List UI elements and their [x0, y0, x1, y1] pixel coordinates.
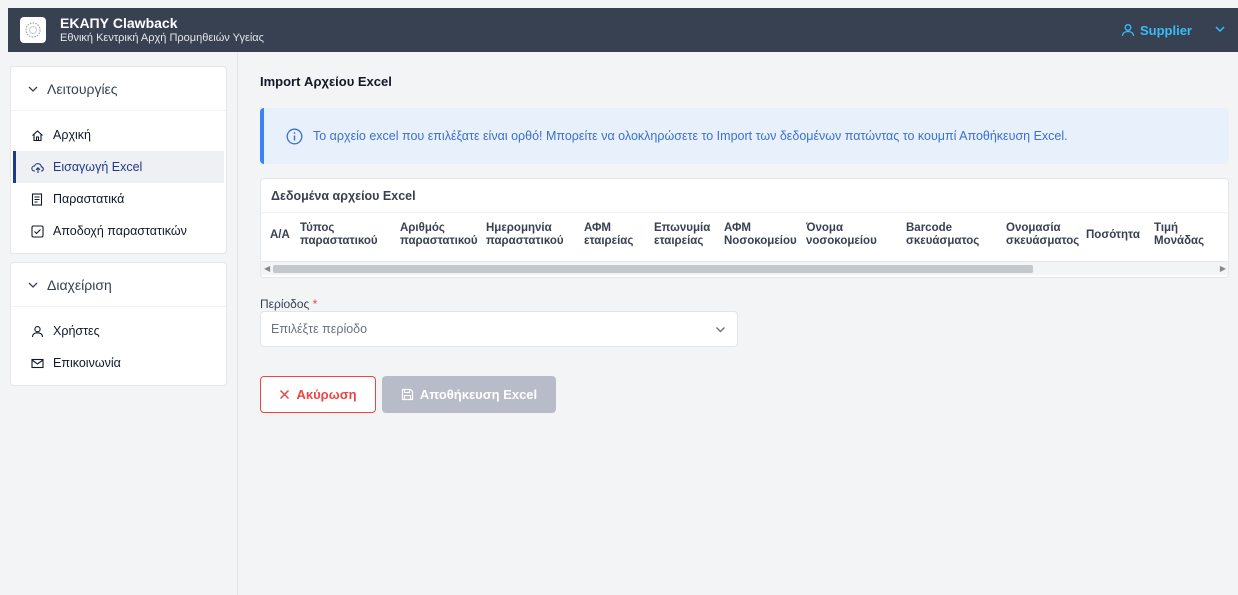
- column-header-text: εταιρείας: [654, 235, 704, 247]
- user-icon: [31, 325, 47, 338]
- column-header-text: Ονομασία: [1006, 222, 1061, 234]
- sidebar-section-title: Λειτουργίες: [47, 80, 118, 97]
- alert-text: Το αρχείο excel που επιλέξατε είναι ορθό…: [313, 129, 1068, 143]
- column-header-text: Αριθμός: [400, 222, 445, 234]
- scroll-right-icon[interactable]: ▶: [1220, 264, 1226, 273]
- column-header[interactable]: Όνομα νοσοκομείου: [806, 222, 906, 248]
- column-header[interactable]: Τιμή Μονάδας: [1154, 222, 1214, 248]
- column-header-text: Όνομα: [806, 222, 844, 234]
- column-header-text: Barcode: [906, 222, 953, 234]
- sidebar-item-invoice-acceptance[interactable]: Αποδοχή παραστατικών: [13, 215, 224, 247]
- column-header[interactable]: Barcode σκευάσματος: [906, 222, 1006, 248]
- period-placeholder: Επιλέξτε περίοδο: [271, 322, 368, 336]
- column-header[interactable]: Επωνυμία εταιρείας: [654, 222, 724, 248]
- sidebar-section-functions: Λειτουργίες Αρχική Εισαγωγή Excel Παραστ…: [10, 66, 227, 254]
- sidebar-section-management: Διαχείριση Χρήστες Επικοινωνία: [10, 262, 227, 386]
- user-menu[interactable]: Supplier: [1121, 23, 1226, 38]
- chevron-down-icon: [27, 279, 39, 291]
- column-header-text: παραστατικού: [300, 235, 378, 247]
- app-title: ΕΚΑΠΥ Clawback: [60, 15, 178, 31]
- horizontal-scrollbar[interactable]: ◀ ▶: [261, 261, 1228, 275]
- column-header[interactable]: Α/Α: [270, 229, 300, 242]
- column-header-text: νοσοκομείου: [806, 235, 877, 247]
- top-bar: ΕΚΑΠΥ Clawback Εθνική Κεντρική Αρχή Προμ…: [8, 8, 1238, 52]
- table-title: Δεδομένα αρχείου Excel: [261, 179, 1228, 213]
- save-excel-button[interactable]: Αποθήκευση Excel: [382, 376, 556, 413]
- sidebar-item-label: Χρήστες: [53, 324, 100, 338]
- sidebar-item-label: Εισαγωγή Excel: [53, 160, 143, 174]
- app-logo: [20, 17, 46, 43]
- save-icon: [401, 388, 414, 401]
- chevron-down-icon: [27, 83, 39, 95]
- period-select[interactable]: Επιλέξτε περίοδο: [260, 311, 738, 347]
- column-header-text: Ποσότητα: [1086, 228, 1140, 241]
- app-subtitle: Εθνική Κεντρική Αρχή Προμηθειών Υγείας: [60, 32, 264, 44]
- close-icon: [279, 389, 290, 400]
- cloud-upload-icon: [31, 161, 47, 174]
- required-marker: *: [312, 297, 318, 311]
- column-header-text: Τύπος: [300, 222, 335, 234]
- chevron-down-icon[interactable]: [1214, 23, 1226, 38]
- table-header: Α/Α Τύπος παραστατικού Αριθμός παραστατικού Η…: [261, 213, 1228, 257]
- chevron-down-icon: [714, 323, 727, 336]
- sidebar-item-label: Παραστατικά: [53, 192, 125, 206]
- period-label: Περίοδος *: [260, 297, 318, 311]
- scroll-thumb[interactable]: [273, 265, 1033, 273]
- sidebar-item-label: Αποδοχή παραστατικών: [53, 224, 187, 238]
- mail-icon: [31, 357, 47, 370]
- sidebar-section-header-management[interactable]: Διαχείριση: [11, 263, 226, 307]
- column-header-text: παραστατικού: [486, 235, 564, 247]
- user-label: Supplier: [1139, 22, 1192, 38]
- sidebar-section-title: Διαχείριση: [47, 276, 112, 293]
- column-header-text: Τιμή: [1154, 222, 1179, 234]
- column-header-text: ΑΦΜ: [584, 222, 612, 234]
- excel-data-card: Δεδομένα αρχείου Excel Α/Α Τύπος παραστατι…: [260, 178, 1229, 278]
- column-header-text: σκευάσματος: [1006, 235, 1080, 247]
- column-header-text: Α/Α: [270, 228, 290, 241]
- save-button-label: Αποθήκευση Excel: [419, 387, 538, 402]
- column-header[interactable]: Ονομασία σκευάσματος: [1006, 222, 1086, 248]
- user-icon: [1121, 23, 1135, 37]
- main-content: Import Αρχείου Excel Το αρχείο excel που…: [250, 52, 1238, 595]
- column-header-text: Επωνυμία: [654, 222, 711, 234]
- column-header[interactable]: Τύπος παραστατικού: [300, 222, 400, 248]
- info-alert: Το αρχείο excel που επιλέξατε είναι ορθό…: [260, 108, 1229, 164]
- column-header-text: ΑΦΜ: [724, 222, 752, 234]
- sidebar-item-contact[interactable]: Επικοινωνία: [13, 347, 224, 379]
- sidebar-item-label: Αρχική: [53, 128, 91, 142]
- column-header[interactable]: ΑΦΜ εταιρείας: [584, 222, 654, 248]
- column-header[interactable]: Ημερομηνία παραστατικού: [486, 222, 584, 248]
- column-header-text: Νοσοκομείου: [724, 235, 797, 247]
- sidebar-item-label: Επικοινωνία: [53, 356, 121, 370]
- column-header-text: εταιρείας: [584, 235, 634, 247]
- receipt-icon: [31, 192, 47, 206]
- sidebar-item-invoices[interactable]: Παραστατικά: [13, 183, 224, 215]
- column-header-text: Μονάδας: [1154, 235, 1205, 247]
- page-title: Import Αρχείου Excel: [260, 74, 392, 89]
- home-icon: [31, 129, 47, 142]
- column-header[interactable]: ΑΦΜ Νοσοκομείου: [724, 222, 806, 248]
- column-header[interactable]: Ποσότητα: [1086, 229, 1154, 242]
- info-icon: [286, 128, 303, 145]
- sidebar-item-users[interactable]: Χρήστες: [13, 315, 224, 347]
- sidebar-section-header-functions[interactable]: Λειτουργίες: [11, 67, 226, 111]
- sidebar-item-home[interactable]: Αρχική: [13, 119, 224, 151]
- sidebar: Λειτουργίες Αρχική Εισαγωγή Excel Παραστ…: [0, 52, 238, 595]
- sidebar-item-excel-import[interactable]: Εισαγωγή Excel: [13, 151, 224, 183]
- column-header-text: παραστατικού: [400, 235, 478, 247]
- column-header[interactable]: Αριθμός παραστατικού: [400, 222, 486, 248]
- column-header-text: σκευάσματος: [906, 235, 980, 247]
- scroll-left-icon[interactable]: ◀: [264, 264, 270, 273]
- cancel-button-label: Ακύρωση: [296, 387, 357, 402]
- cancel-button[interactable]: Ακύρωση: [260, 376, 376, 413]
- check-square-icon: [31, 224, 47, 238]
- column-header-text: Ημερομηνία: [486, 222, 552, 234]
- brand: ΕΚΑΠΥ Clawback Εθνική Κεντρική Αρχή Προμ…: [60, 15, 264, 45]
